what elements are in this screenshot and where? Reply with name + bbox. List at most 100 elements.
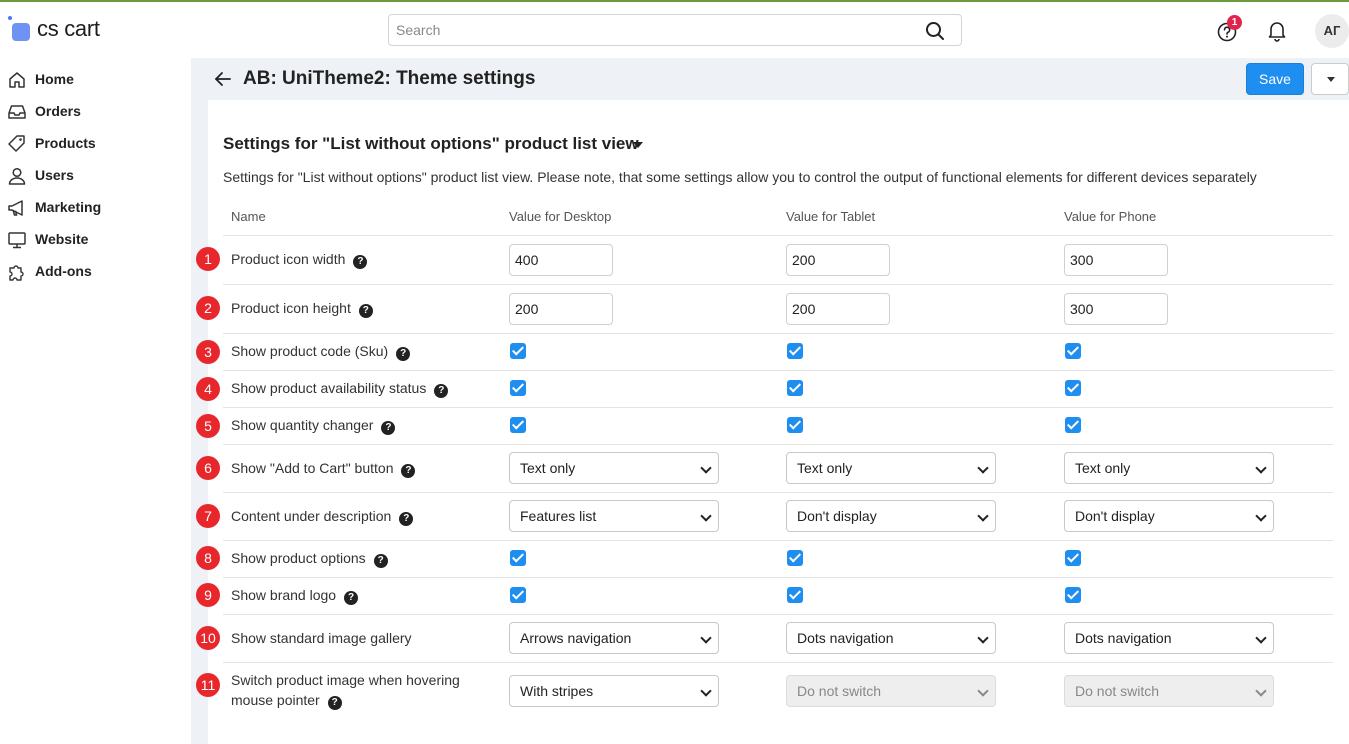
column-header-desktop: Value for Desktop — [509, 209, 612, 224]
sidebar-item-home[interactable]: Home — [0, 64, 191, 96]
row-divider — [223, 333, 1333, 334]
hover-switch-tablet-select: Do not switch — [786, 675, 996, 707]
add-to-cart-desktop-select[interactable]: Text only — [509, 452, 719, 484]
show-product-options-desktop-checkbox[interactable] — [510, 550, 526, 566]
setting-label: Show brand logo? — [231, 585, 359, 605]
puzzle-icon — [9, 265, 24, 281]
sidebar-item-label: Marketing — [35, 199, 102, 215]
help-tooltip-icon[interactable]: ? — [353, 255, 368, 269]
setting-label: Show "Add to Cart" button? — [231, 458, 416, 478]
add-to-cart-tablet-select[interactable]: Text only — [786, 452, 996, 484]
row-divider — [223, 614, 1333, 615]
setting-label: Product icon width? — [231, 249, 368, 269]
top-bar: cs cart 1 АГ — [0, 0, 1349, 58]
help-tooltip-icon[interactable]: ? — [401, 464, 416, 478]
show-availability-phone-checkbox[interactable] — [1065, 380, 1081, 396]
setting-label: Show product availability status? — [231, 378, 449, 398]
product-icon-width-phone-input[interactable] — [1064, 244, 1168, 276]
sidebar-item-add-ons[interactable]: Add-ons — [0, 256, 191, 288]
help-tooltip-icon[interactable]: ? — [396, 347, 411, 361]
show-availability-desktop-checkbox[interactable] — [510, 380, 526, 396]
sidebar-item-label: Products — [35, 135, 96, 151]
product-icon-width-desktop-input[interactable] — [509, 244, 613, 276]
search-input[interactable] — [389, 15, 909, 45]
brand-logo[interactable]: cs cart — [8, 16, 100, 42]
search-icon[interactable] — [925, 21, 945, 41]
show-sku-phone-checkbox[interactable] — [1065, 343, 1081, 359]
sidebar-item-products[interactable]: Products — [0, 128, 191, 160]
home-icon — [9, 72, 25, 88]
sidebar-item-website[interactable]: Website — [0, 224, 191, 256]
sidebar-item-users[interactable]: Users — [0, 160, 191, 192]
notification-badge: 1 — [1227, 15, 1242, 30]
section-title[interactable]: Settings for "List without options" prod… — [223, 134, 639, 154]
inbox-icon — [8, 105, 26, 119]
row-number-marker: 1 — [196, 247, 220, 271]
image-gallery-phone-select[interactable]: Dots navigation — [1064, 622, 1274, 654]
show-qty-changer-desktop-checkbox[interactable] — [510, 417, 526, 433]
show-sku-tablet-checkbox[interactable] — [787, 343, 803, 359]
bell-icon[interactable] — [1267, 20, 1287, 42]
row-divider — [223, 444, 1333, 445]
megaphone-icon — [8, 200, 23, 216]
help-tooltip-icon[interactable]: ? — [344, 591, 359, 605]
content-under-description-tablet-select[interactable]: Don't display — [786, 500, 996, 532]
show-product-options-tablet-checkbox[interactable] — [787, 550, 803, 566]
show-product-options-phone-checkbox[interactable] — [1065, 550, 1081, 566]
help-tooltip-icon[interactable]: ? — [434, 384, 449, 398]
product-icon-width-tablet-input[interactable] — [786, 244, 890, 276]
help-tooltip-icon[interactable]: ? — [399, 512, 414, 526]
show-qty-changer-tablet-checkbox[interactable] — [787, 417, 803, 433]
monitor-icon — [8, 232, 26, 249]
row-number-marker: 9 — [196, 583, 220, 607]
row-number-marker: 2 — [196, 296, 220, 320]
setting-label: Show standard image gallery — [231, 630, 412, 646]
help-tooltip-icon[interactable]: ? — [381, 421, 396, 435]
product-icon-height-desktop-input[interactable] — [509, 293, 613, 325]
row-number-marker: 10 — [196, 626, 220, 650]
column-header-tablet: Value for Tablet — [786, 209, 876, 224]
user-icon — [8, 167, 26, 185]
page-title: AB: UniTheme2: Theme settings — [243, 68, 536, 89]
save-button[interactable]: Save — [1246, 63, 1304, 95]
row-divider — [223, 662, 1333, 663]
row-divider — [223, 370, 1333, 371]
show-brand-logo-desktop-checkbox[interactable] — [510, 587, 526, 603]
row-number-marker: 3 — [196, 340, 220, 364]
help-tooltip-icon[interactable]: ? — [373, 554, 388, 568]
help-tooltip-icon[interactable]: ? — [327, 696, 342, 710]
row-number-marker: 7 — [196, 504, 220, 528]
row-divider — [223, 235, 1333, 236]
image-gallery-tablet-select[interactable]: Dots navigation — [786, 622, 996, 654]
sidebar-item-label: Add-ons — [35, 263, 92, 279]
sidebar-item-orders[interactable]: Orders — [0, 96, 191, 128]
back-arrow-icon[interactable] — [214, 70, 232, 88]
row-divider — [223, 492, 1333, 493]
show-brand-logo-tablet-checkbox[interactable] — [787, 587, 803, 603]
content-under-description-phone-select[interactable]: Don't display — [1064, 500, 1274, 532]
image-gallery-desktop-select[interactable]: Arrows navigation — [509, 622, 719, 654]
content-under-description-desktop-select[interactable]: Features list — [509, 500, 719, 532]
sidebar-item-marketing[interactable]: Marketing — [0, 192, 191, 224]
row-divider — [223, 540, 1333, 541]
product-icon-height-tablet-input[interactable] — [786, 293, 890, 325]
row-divider — [223, 407, 1333, 408]
add-to-cart-phone-select[interactable]: Text only — [1064, 452, 1274, 484]
more-actions-dropdown[interactable] — [1311, 63, 1349, 95]
row-divider — [223, 577, 1333, 578]
sidebar-item-label: Orders — [35, 103, 81, 119]
user-avatar[interactable]: АГ — [1315, 14, 1349, 48]
show-sku-desktop-checkbox[interactable] — [510, 343, 526, 359]
product-icon-height-phone-input[interactable] — [1064, 293, 1168, 325]
show-qty-changer-phone-checkbox[interactable] — [1065, 417, 1081, 433]
hover-switch-desktop-select[interactable]: With stripes — [509, 675, 719, 707]
help-tooltip-icon[interactable]: ? — [358, 304, 373, 318]
show-brand-logo-phone-checkbox[interactable] — [1065, 587, 1081, 603]
section-description: Settings for "List without options" prod… — [223, 169, 1257, 185]
tag-icon — [8, 135, 25, 152]
caret-down-icon[interactable] — [633, 142, 643, 148]
setting-label: Show product options? — [231, 548, 388, 568]
show-availability-tablet-checkbox[interactable] — [787, 380, 803, 396]
setting-label: Show product code (Sku)? — [231, 341, 411, 361]
setting-label: Product icon height? — [231, 298, 373, 318]
